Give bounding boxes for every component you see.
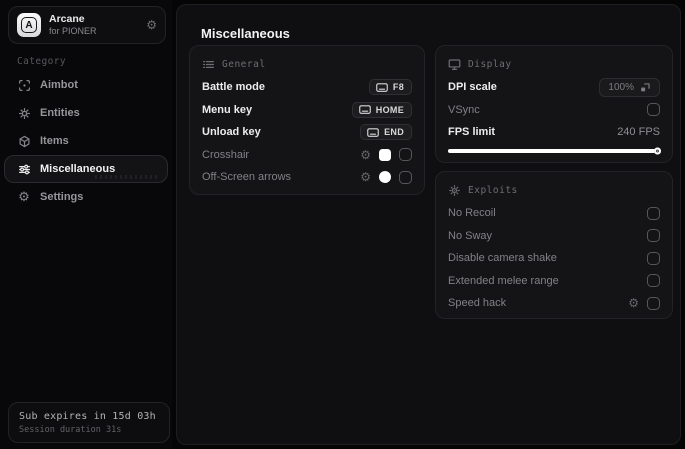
gear-icon[interactable]: ⚙	[628, 296, 639, 310]
battle-mode-keybind[interactable]: F8	[368, 79, 412, 96]
keyboard-icon	[376, 82, 388, 92]
logo-letter: A	[21, 17, 37, 33]
general-card-title: General	[222, 58, 266, 70]
sidebar-item-label: Items	[40, 135, 69, 147]
scan-icon	[17, 78, 31, 92]
fps-slider-fill	[448, 147, 661, 154]
sidebar-item-aimbot[interactable]: Aimbot	[4, 71, 168, 99]
disable-camera-shake-label: Disable camera shake	[448, 252, 557, 265]
exploits-card-title: Exploits	[468, 184, 518, 196]
no-recoil-checkbox[interactable]	[647, 206, 660, 220]
main-panel: Miscellaneous General Battle mode F8 Men…	[176, 4, 681, 445]
keybind-value: END	[384, 127, 404, 138]
speed-hack-checkbox[interactable]	[647, 296, 660, 310]
battle-mode-row: Battle mode F8	[202, 76, 412, 99]
sidebar-nav: Aimbot Entities Items Miscellaneous ⚙ Se…	[4, 71, 168, 211]
sidebar-item-label: Entities	[40, 107, 80, 119]
no-sway-row: No Sway	[448, 225, 660, 248]
brand-card: A Arcane for PIONER ⚙	[8, 6, 166, 44]
sliders-icon	[17, 162, 31, 176]
fps-limit-label: FPS limit	[448, 126, 496, 139]
gear-icon[interactable]: ⚙	[360, 148, 371, 162]
sidebar-item-items[interactable]: Items	[4, 127, 168, 155]
sidebar: A Arcane for PIONER ⚙ Category Aimbot En…	[0, 0, 172, 449]
monitor-icon	[448, 58, 461, 70]
general-card: General Battle mode F8 Menu key HOME Unl…	[189, 45, 425, 195]
vsync-checkbox[interactable]	[647, 103, 660, 117]
gear-icon: ⚙	[18, 190, 30, 205]
no-recoil-label: No Recoil	[448, 207, 496, 220]
menu-key-keybind[interactable]: HOME	[351, 101, 412, 118]
list-icon	[203, 60, 214, 68]
keybind-value: HOME	[375, 104, 404, 115]
cube-icon	[17, 134, 31, 148]
exploits-card: Exploits No Recoil No Sway Disable camer…	[435, 171, 673, 319]
offscreen-arrows-row: Off-Screen arrows ⚙	[202, 166, 412, 189]
vsync-row: VSync	[448, 99, 660, 122]
app-logo: A	[17, 13, 41, 37]
extended-melee-range-checkbox[interactable]	[647, 274, 660, 288]
battle-mode-label: Battle mode	[202, 81, 265, 94]
keyboard-icon	[367, 127, 379, 137]
unload-key-label: Unload key	[202, 126, 261, 139]
menu-key-row: Menu key HOME	[202, 99, 412, 122]
entities-icon	[17, 106, 31, 120]
brand-subtitle: for PIONER	[49, 26, 97, 37]
sidebar-item-label: Miscellaneous	[40, 163, 116, 175]
extended-melee-range-label: Extended melee range	[448, 274, 559, 287]
display-card-title: Display	[468, 58, 512, 70]
brand-name: Arcane	[49, 13, 85, 26]
gear-icon[interactable]: ⚙	[360, 170, 371, 184]
watermark	[95, 175, 157, 179]
crosshair-label: Crosshair	[202, 148, 250, 161]
offscreen-arrows-checkbox[interactable]	[399, 170, 412, 184]
sidebar-item-entities[interactable]: Entities	[4, 99, 168, 127]
offscreen-arrows-color-swatch[interactable]	[379, 171, 391, 184]
burst-icon	[449, 184, 460, 196]
menu-key-label: Menu key	[202, 103, 253, 116]
disable-camera-shake-checkbox[interactable]	[647, 251, 660, 265]
session-duration-text: Session duration 31s	[19, 425, 122, 435]
sidebar-item-settings[interactable]: ⚙ Settings	[4, 183, 168, 211]
subscription-card: Sub expires in 15d 03h Session duration …	[8, 402, 170, 443]
dpi-scale-label: DPI scale	[448, 81, 497, 94]
general-card-header: General	[202, 55, 412, 73]
no-sway-label: No Sway	[448, 229, 493, 242]
sidebar-item-label: Settings	[40, 191, 84, 203]
fps-limit-value: 240 FPS	[617, 126, 660, 139]
dpi-scale-row: DPI scale 100%	[448, 76, 660, 99]
fps-slider-knob[interactable]	[654, 147, 661, 154]
brand-text: Arcane for PIONER	[49, 13, 138, 36]
speed-hack-row: Speed hack ⚙	[448, 292, 660, 315]
gear-icon[interactable]: ⚙	[146, 18, 157, 32]
exploits-card-header: Exploits	[448, 181, 660, 199]
sidebar-item-miscellaneous[interactable]: Miscellaneous	[4, 155, 168, 183]
display-card: Display DPI scale 100% VSync FPS limit 2…	[435, 45, 673, 163]
crosshair-checkbox[interactable]	[399, 148, 412, 162]
no-recoil-row: No Recoil	[448, 202, 660, 225]
disable-camera-shake-row: Disable camera shake	[448, 247, 660, 270]
dpi-scale-value: 100%	[608, 81, 634, 93]
offscreen-arrows-label: Off-Screen arrows	[202, 171, 292, 184]
keyboard-icon	[358, 105, 371, 115]
fps-limit-slider[interactable]	[448, 147, 661, 154]
crosshair-row: Crosshair ⚙	[202, 144, 412, 167]
page-title: Miscellaneous	[201, 26, 290, 41]
unload-key-row: Unload key END	[202, 121, 412, 144]
fps-limit-row: FPS limit 240 FPS	[448, 121, 660, 144]
no-sway-checkbox[interactable]	[647, 229, 660, 243]
keybind-value: F8	[392, 82, 404, 93]
speed-hack-label: Speed hack	[448, 297, 507, 310]
extended-melee-range-row: Extended melee range	[448, 270, 660, 293]
category-label: Category	[17, 56, 66, 67]
sub-expiry-text: Sub expires in 15d 03h	[19, 411, 156, 422]
vsync-label: VSync	[448, 103, 480, 116]
display-card-header: Display	[448, 55, 660, 73]
scale-icon	[641, 83, 650, 92]
dpi-scale-select[interactable]: 100%	[599, 77, 660, 97]
sidebar-item-label: Aimbot	[40, 79, 78, 91]
crosshair-color-swatch[interactable]	[379, 148, 391, 161]
unload-key-keybind[interactable]: END	[360, 124, 412, 141]
